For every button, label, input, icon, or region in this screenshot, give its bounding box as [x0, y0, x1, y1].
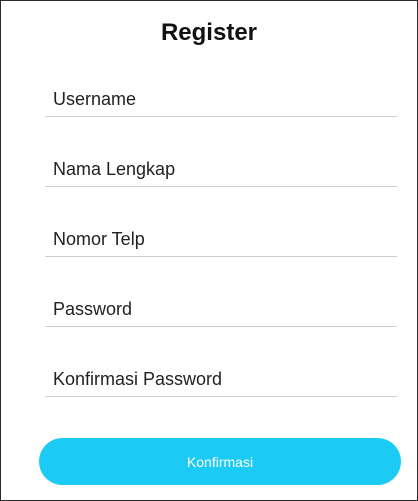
register-screen: Register Konfirmasi: [0, 0, 418, 501]
username-field[interactable]: [45, 83, 397, 117]
confirm-password-field[interactable]: [45, 363, 397, 397]
confirm-button[interactable]: Konfirmasi: [39, 438, 401, 485]
full-name-field[interactable]: [45, 153, 397, 187]
phone-field[interactable]: [45, 223, 397, 257]
password-field[interactable]: [45, 293, 397, 327]
page-title: Register: [160, 19, 258, 46]
